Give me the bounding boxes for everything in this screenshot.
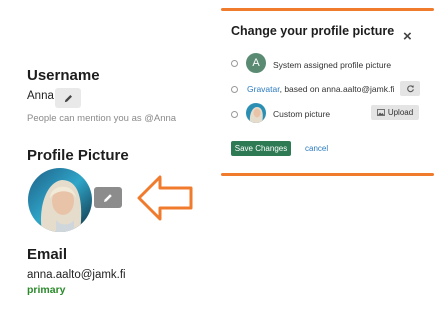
- highlight-line-bottom: [221, 173, 434, 176]
- dialog-title: Change your profile picture: [231, 24, 395, 38]
- cancel-link[interactable]: cancel: [305, 144, 328, 153]
- refresh-icon: [406, 85, 414, 93]
- pencil-icon: [104, 193, 112, 202]
- profile-picture-heading: Profile Picture: [27, 147, 129, 164]
- edit-profile-picture-button[interactable]: [94, 187, 122, 208]
- upload-label: Upload: [387, 108, 414, 117]
- email-heading: Email: [27, 246, 68, 263]
- gravatar-link[interactable]: Gravatar: [247, 84, 280, 94]
- profile-avatar: [28, 168, 92, 232]
- custom-avatar: [246, 103, 266, 123]
- radio-custom-picture[interactable]: [231, 111, 238, 118]
- image-icon: [376, 109, 385, 116]
- custom-picture-label: Custom picture: [273, 109, 331, 119]
- system-picture-label: System assigned profile picture: [273, 60, 392, 70]
- close-icon[interactable]: ×: [403, 29, 412, 44]
- upload-button[interactable]: Upload: [371, 105, 419, 120]
- username-heading: Username: [27, 67, 100, 84]
- pencil-icon: [64, 94, 72, 102]
- radio-gravatar[interactable]: [231, 86, 238, 93]
- refresh-gravatar-button[interactable]: [400, 81, 420, 96]
- gravatar-option: Gravatar, based on anna.aalto@jamk.fi: [247, 84, 395, 94]
- radio-system-picture[interactable]: [231, 60, 238, 67]
- gravatar-label: , based on anna.aalto@jamk.fi: [279, 84, 395, 94]
- system-avatar: A: [246, 53, 266, 73]
- mention-hint: People can mention you as @Anna: [27, 113, 177, 124]
- save-changes-button[interactable]: Save Changes: [231, 141, 291, 156]
- arrow-annotation: [137, 175, 193, 221]
- email-primary-badge: primary: [27, 284, 66, 296]
- edit-username-button[interactable]: [55, 88, 81, 108]
- username-value: Anna: [27, 90, 54, 102]
- email-value: anna.aalto@jamk.fi: [27, 269, 126, 281]
- highlight-line-top: [221, 8, 434, 11]
